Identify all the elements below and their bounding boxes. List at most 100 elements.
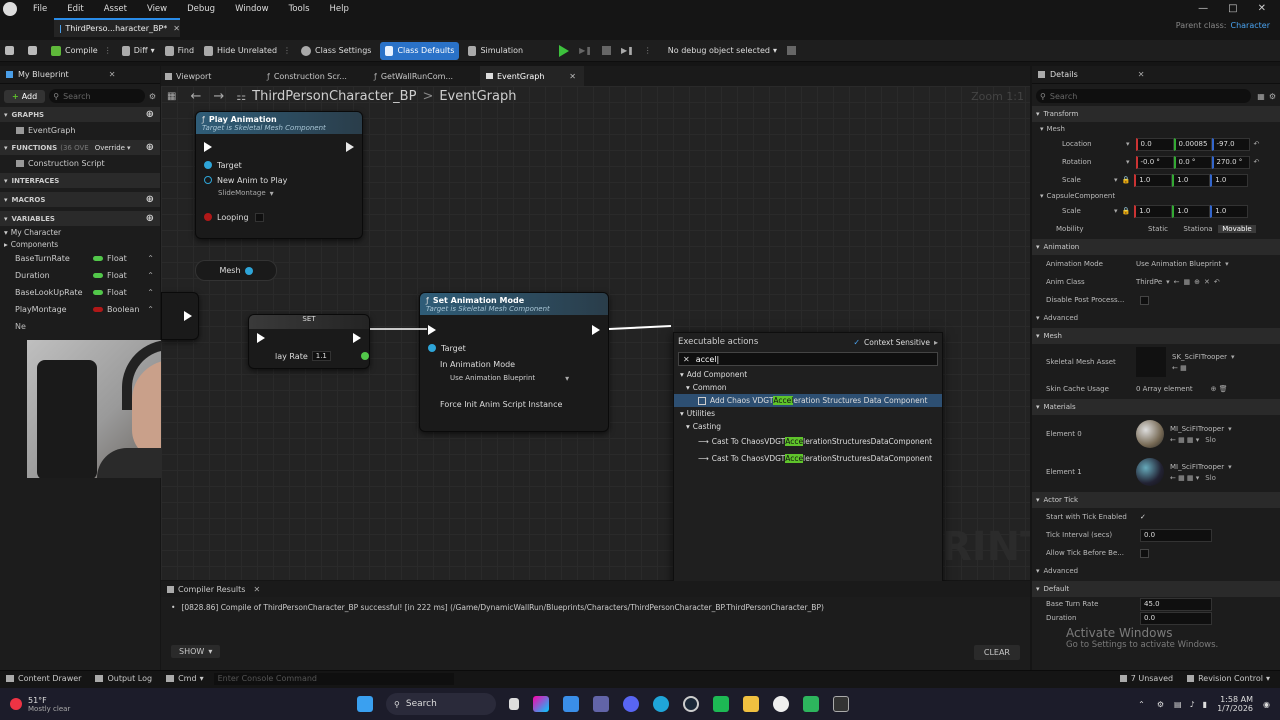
location-z[interactable]: -97.0 <box>1211 137 1250 151</box>
menu-view[interactable]: View <box>147 4 167 14</box>
variable-item[interactable]: PlayMontage Boolean ⌃ <box>0 301 160 318</box>
anim-mode-dropdown-val[interactable]: Use Animation Blueprint <box>1136 260 1221 268</box>
tick-interval-input[interactable]: 0.0 <box>1140 528 1212 542</box>
save-button[interactable] <box>0 42 23 60</box>
clock[interactable]: 1:58 AM 1/7/2026 <box>1217 695 1253 713</box>
windows-start-icon[interactable] <box>357 696 373 712</box>
simulation-button[interactable]: Simulation <box>463 42 528 60</box>
override-dropdown[interactable]: Override <box>95 144 125 152</box>
battery-icon[interactable]: ▮ <box>1203 700 1207 709</box>
revision-control-button[interactable]: Revision Control ▾ <box>1187 674 1270 683</box>
my-blueprint-search[interactable]: ⚲ Search <box>49 89 145 103</box>
capsule-lock-icon[interactable]: 🔒 <box>1122 207 1131 215</box>
tab-eventgraph[interactable]: EventGraph ✕ <box>480 66 584 86</box>
location-x[interactable]: 0.0 <box>1135 137 1174 151</box>
find-button[interactable]: Find <box>160 42 199 60</box>
my-blueprint-title[interactable]: My Blueprint <box>18 70 69 79</box>
menu-tools[interactable]: Tools <box>289 4 310 14</box>
element0-icons[interactable]: ← ▦ ▦ ▾ <box>1170 436 1199 444</box>
category-my-character[interactable]: ▾ My Character <box>0 226 160 238</box>
action-add-chaos-accel[interactable]: Add Chaos VDGT Accel eration Structures Da… <box>674 394 942 407</box>
functions-header[interactable]: ▾ FUNCTIONS (36 OVE Override ▾ ⊕ <box>0 140 160 155</box>
add-function-icon[interactable]: ⊕ <box>146 142 154 153</box>
section-default[interactable]: ▾ Default <box>1032 581 1280 597</box>
graphs-header[interactable]: ▾ GRAPHS ⊕ <box>0 107 160 122</box>
maximize-icon[interactable]: □ <box>1228 3 1237 14</box>
lock-icon[interactable]: 🔒 <box>1122 176 1131 184</box>
duration-input[interactable]: 0.0 <box>1140 611 1212 625</box>
skel-asset-dropdown[interactable]: SK_SciFITrooper <box>1172 353 1227 361</box>
category-common[interactable]: ▾ Common <box>674 381 942 394</box>
action-cast-2[interactable]: ⟶ Cast To ChaosVDGT Acce lerationStructures… <box>674 452 942 465</box>
actor-tick-advanced[interactable]: ▾ Advanced <box>1032 562 1280 580</box>
element0-dropdown[interactable]: MI_SciFITrooper <box>1170 425 1224 433</box>
variable-item[interactable]: Duration Float ⌃ <box>0 267 160 284</box>
context-sensitive-checkbox[interactable]: ✓ <box>853 338 860 347</box>
notifications-icon[interactable]: ◉ <box>1263 700 1270 709</box>
category-add-component[interactable]: ▾ Add Component <box>674 368 942 381</box>
tray-app-icon[interactable]: ⚙ <box>1157 700 1164 709</box>
scale-y[interactable]: 1.0 <box>1172 173 1211 187</box>
section-animation[interactable]: ▾ Animation <box>1032 239 1280 255</box>
details-close-icon[interactable]: ✕ <box>1138 70 1145 79</box>
table-view-icon[interactable]: ▦ <box>1257 92 1265 101</box>
mobility-movable[interactable]: Movable <box>1218 225 1256 233</box>
location-y[interactable]: 0.00085 <box>1173 137 1212 151</box>
variable-expand-icon[interactable]: ⌃ <box>147 254 154 263</box>
start-tick-checkbox[interactable]: ✓ <box>1140 513 1146 521</box>
variable-item[interactable]: BaseTurnRate Float ⌃ <box>0 250 160 267</box>
menu-debug[interactable]: Debug <box>187 4 215 14</box>
unreal-taskbar-icon[interactable] <box>773 696 789 712</box>
cmd-dropdown[interactable]: Cmd ▾ <box>166 674 204 683</box>
variable-item[interactable]: BaseLookUpRate Float ⌃ <box>0 284 160 301</box>
add-macro-icon[interactable]: ⊕ <box>146 194 154 205</box>
scale-z[interactable]: 1.0 <box>1210 173 1249 187</box>
element1-dropdown[interactable]: MI_SciFITrooper <box>1170 463 1224 471</box>
section-mesh[interactable]: ▾ Mesh <box>1032 328 1280 344</box>
unsaved-button[interactable]: 7 Unsaved <box>1119 674 1173 683</box>
taskbar-search[interactable]: ⚲ Search <box>386 693 496 715</box>
play-options-button[interactable]: ⋮ <box>639 42 657 60</box>
section-transform[interactable]: ▾ Transform <box>1032 106 1280 122</box>
discord-icon[interactable] <box>623 696 639 712</box>
menu-help[interactable]: Help <box>330 4 349 14</box>
tab-getwallrun[interactable]: ƒ GetWallRunCom... <box>374 72 480 81</box>
rotation-label[interactable]: Rotation <box>1062 158 1126 166</box>
capsule-scale-x[interactable]: 1.0 <box>1134 204 1173 218</box>
allow-tick-checkbox[interactable] <box>1140 548 1149 558</box>
app-chat-icon[interactable] <box>803 696 819 712</box>
edge-icon[interactable] <box>653 696 669 712</box>
document-tab[interactable]: ThirdPerso...haracter_BP* ✕ <box>54 18 180 37</box>
close-icon[interactable]: ✕ <box>1258 3 1266 14</box>
app-green-icon[interactable] <box>713 696 729 712</box>
diff-button[interactable]: Diff ▾ <box>117 42 160 60</box>
hide-unrelated-button[interactable]: Hide Unrelated ⋮ <box>199 42 296 60</box>
details-search[interactable]: ⚲ Search <box>1036 89 1252 103</box>
variable-expand-icon[interactable]: ⌃ <box>147 271 154 280</box>
element1-icons[interactable]: ← ▦ ▦ ▾ <box>1170 474 1199 482</box>
steam-icon[interactable] <box>683 696 699 712</box>
unreal-logo-icon[interactable] <box>3 1 17 16</box>
clear-button[interactable]: CLEAR <box>973 645 1020 660</box>
app-dark-icon[interactable] <box>833 696 849 712</box>
capsule-scale-label[interactable]: Scale <box>1062 207 1114 215</box>
network-icon[interactable]: ▤ <box>1174 700 1182 709</box>
category-casting[interactable]: ▾ Casting <box>674 420 942 433</box>
file-explorer-icon[interactable] <box>743 696 759 712</box>
scale-x[interactable]: 1.0 <box>1134 173 1173 187</box>
task-view-icon[interactable] <box>509 698 519 710</box>
mobility-stationary[interactable]: Stationa <box>1178 225 1218 233</box>
tab-viewport[interactable]: Viewport <box>161 72 267 81</box>
details-settings-icon[interactable]: ⚙ <box>1269 92 1276 101</box>
output-log-button[interactable]: Output Log <box>95 674 152 683</box>
rotation-z[interactable]: 270.0 ° <box>1211 155 1250 169</box>
mobility-static[interactable]: Static <box>1138 225 1178 233</box>
location-label[interactable]: Location <box>1062 140 1126 148</box>
volume-icon[interactable]: ♪ <box>1190 700 1195 709</box>
tab-close-icon[interactable]: ✕ <box>173 24 180 33</box>
variable-expand-icon[interactable]: ⌃ <box>147 288 154 297</box>
play-button[interactable] <box>554 42 574 60</box>
category-utilities[interactable]: ▾ Utilities <box>674 407 942 420</box>
rotation-x[interactable]: -0.0 ° <box>1135 155 1174 169</box>
variable-item-partial[interactable]: Ne <box>0 318 160 335</box>
